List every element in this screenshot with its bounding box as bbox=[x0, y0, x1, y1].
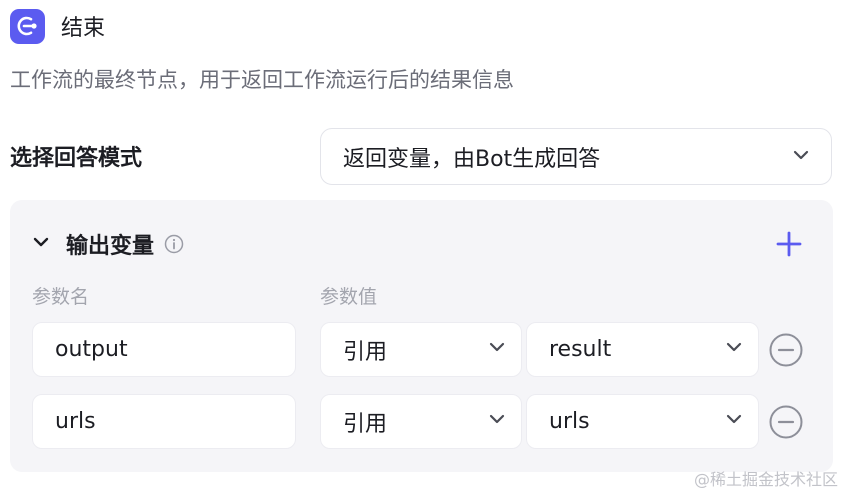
variable-name-input[interactable]: output bbox=[32, 322, 296, 377]
answer-mode-value: 返回变量，由Bot生成回答 bbox=[343, 146, 601, 172]
watermark: @稀土掘金技术社区 bbox=[693, 470, 838, 489]
chevron-down-icon bbox=[724, 337, 744, 363]
info-icon[interactable] bbox=[164, 234, 184, 254]
reference-type-select[interactable]: 引用 bbox=[320, 394, 522, 449]
answer-mode-label: 选择回答模式 bbox=[10, 146, 143, 171]
variable-name-value: urls bbox=[55, 409, 96, 434]
column-header-value: 参数值 bbox=[320, 286, 378, 308]
remove-variable-button[interactable] bbox=[769, 405, 803, 439]
output-variables-panel: 输出变量 参数名 参数值 output 引用 result urls 引用 ur… bbox=[10, 200, 833, 472]
output-variables-header[interactable]: 输出变量 bbox=[32, 228, 184, 260]
column-header-name: 参数名 bbox=[32, 286, 90, 308]
reference-value: result bbox=[549, 337, 612, 362]
chevron-down-icon bbox=[791, 145, 811, 169]
output-variables-title: 输出变量 bbox=[66, 234, 155, 259]
chevron-down-icon bbox=[724, 409, 744, 435]
collapse-chevron-icon[interactable] bbox=[32, 233, 50, 255]
node-description: 工作流的最终节点，用于返回工作流运行后的结果信息 bbox=[10, 68, 514, 92]
add-variable-button[interactable] bbox=[773, 228, 805, 260]
reference-type-value: 引用 bbox=[343, 411, 388, 437]
reference-value-select[interactable]: result bbox=[526, 322, 759, 377]
answer-mode-select[interactable]: 返回变量，由Bot生成回答 bbox=[320, 128, 832, 185]
reference-value: urls bbox=[549, 409, 590, 434]
reference-value-select[interactable]: urls bbox=[526, 394, 759, 449]
chevron-down-icon bbox=[487, 409, 507, 435]
remove-variable-button[interactable] bbox=[769, 333, 803, 367]
variable-name-input[interactable]: urls bbox=[32, 394, 296, 449]
chevron-down-icon bbox=[487, 337, 507, 363]
variable-name-value: output bbox=[55, 337, 128, 362]
node-title: 结束 bbox=[61, 16, 106, 41]
reference-type-value: 引用 bbox=[343, 339, 388, 365]
node-header: 结束 bbox=[10, 8, 105, 44]
end-node-icon bbox=[10, 8, 45, 44]
reference-type-select[interactable]: 引用 bbox=[320, 322, 522, 377]
